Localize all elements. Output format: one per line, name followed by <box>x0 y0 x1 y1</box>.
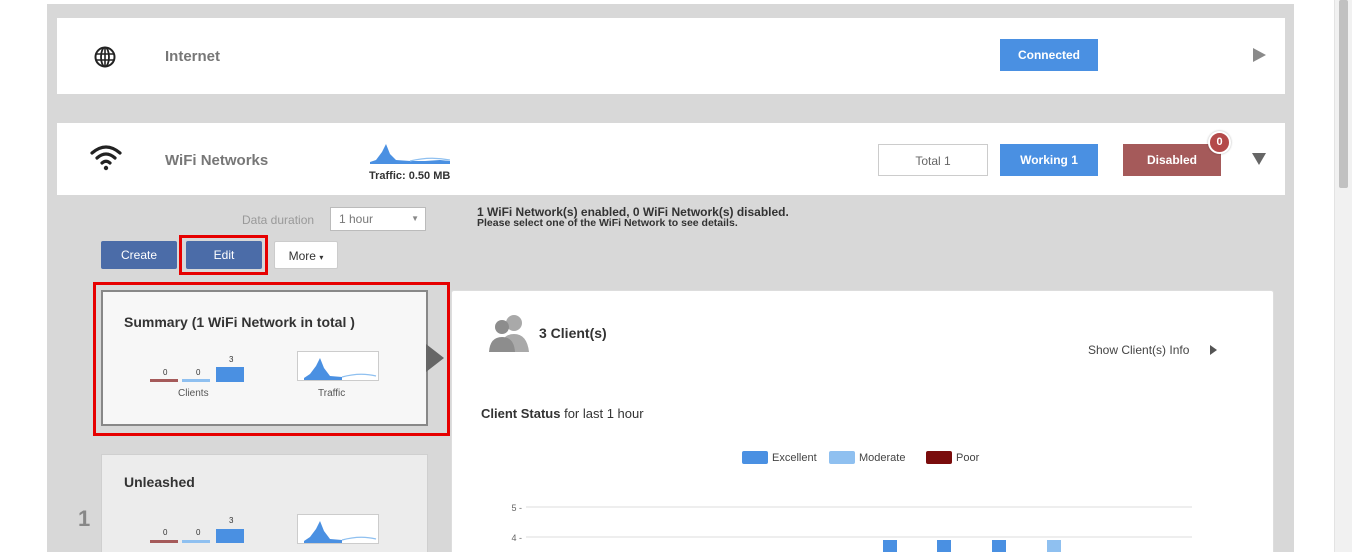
legend-poor-label: Poor <box>956 452 980 464</box>
disabled-count-badge: 0 <box>1208 131 1231 154</box>
chart-bar <box>1047 540 1061 552</box>
wifi-title: WiFi Networks <box>165 152 269 169</box>
legend-moderate-swatch <box>829 451 855 464</box>
globe-icon <box>94 46 116 68</box>
scrollbar-thumb[interactable] <box>1339 0 1348 188</box>
summary-highlight-box <box>93 282 450 436</box>
duration-select[interactable]: 1 hour ▼ <box>330 207 426 231</box>
page: Internet Connected WiFi Networks Traffic… <box>0 0 1352 552</box>
y-tick-label: 4 - <box>511 533 522 543</box>
legend-moderate-label: Moderate <box>859 452 906 464</box>
network-status-message: 1 WiFi Network(s) enabled, 0 WiFi Networ… <box>477 206 789 229</box>
disabled-button[interactable]: Disabled <box>1123 144 1221 176</box>
internet-card[interactable] <box>57 18 1285 94</box>
client-status-chart: 5 - 4 - <box>511 503 1192 552</box>
client-status-suffix: for last 1 hour <box>560 406 644 421</box>
clients-group-icon <box>489 315 529 352</box>
duration-label: Data duration <box>242 213 315 227</box>
chart-bar <box>883 540 897 552</box>
excellent-bar <box>216 529 244 543</box>
unleashed-title: Unleashed <box>124 474 195 490</box>
moderate-count: 0 <box>196 528 201 537</box>
working-button[interactable]: Working 1 <box>1000 144 1098 176</box>
create-button[interactable]: Create <box>101 241 177 269</box>
legend-poor-swatch <box>926 451 952 464</box>
legend-excellent-label: Excellent <box>772 452 817 464</box>
internet-title: Internet <box>165 48 221 65</box>
duration-value: 1 hour <box>339 212 374 226</box>
chevron-down-icon: ▾ <box>319 253 324 262</box>
total-button[interactable]: Total 1 <box>878 144 988 176</box>
expand-arrow-icon[interactable] <box>1253 48 1266 62</box>
edit-highlight-box <box>179 235 268 275</box>
more-button[interactable]: More ▾ <box>274 241 338 269</box>
collapse-arrow-icon[interactable] <box>1252 153 1266 165</box>
clients-count: 3 Client(s) <box>539 325 607 341</box>
poor-count: 0 <box>163 528 168 537</box>
unleashed-traffic-box <box>297 514 379 544</box>
connected-status-button[interactable]: Connected <box>1000 39 1098 71</box>
moderate-bar <box>182 540 210 543</box>
traffic-sparkline <box>370 144 450 164</box>
traffic-sparkline <box>304 521 377 543</box>
message-line-2: Please select one of the WiFi Network to… <box>477 217 738 229</box>
chart-bar <box>992 540 1006 552</box>
dropdown-caret-icon: ▼ <box>411 214 419 223</box>
wifi-icon <box>90 145 122 171</box>
excellent-count: 3 <box>229 516 234 525</box>
chart-bar <box>937 540 951 552</box>
poor-bar <box>150 540 178 543</box>
traffic-label: Traffic: 0.50 MB <box>369 170 451 182</box>
show-clients-info-link[interactable]: Show Client(s) Info <box>1088 343 1189 357</box>
client-status-label: Client Status <box>481 406 561 421</box>
legend-excellent-swatch <box>742 451 768 464</box>
y-tick-label: 5 - <box>511 503 522 513</box>
caret-right-icon[interactable] <box>1210 345 1217 355</box>
client-status-title: Client Status for last 1 hour <box>481 406 644 421</box>
network-index: 1 <box>78 506 91 531</box>
more-label: More <box>288 249 316 263</box>
